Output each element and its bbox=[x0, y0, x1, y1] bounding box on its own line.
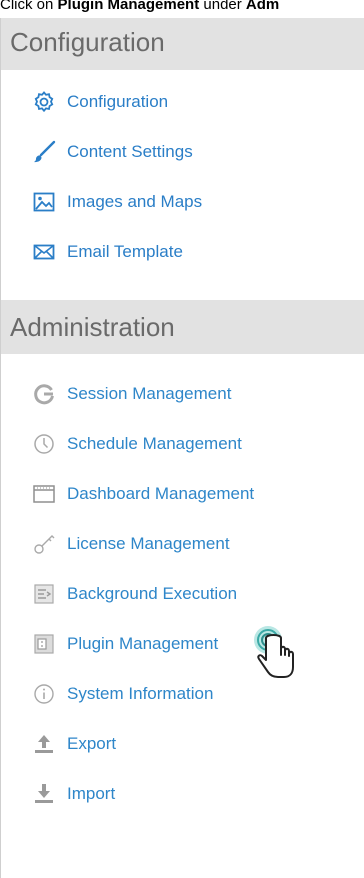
caption-middle: under bbox=[199, 0, 246, 13]
menu-item-email-template[interactable]: Email Template bbox=[31, 236, 183, 268]
menu-item-system-information[interactable]: System Information bbox=[31, 678, 213, 710]
menu-item-content-settings[interactable]: Content Settings bbox=[31, 136, 193, 168]
gear-icon bbox=[31, 89, 57, 115]
settings-sidebar: Configuration Configuration Content Sett… bbox=[0, 18, 364, 878]
hand-pointer-cursor-icon bbox=[248, 620, 300, 682]
import-icon bbox=[31, 781, 57, 807]
menu-item-label: Background Execution bbox=[67, 584, 238, 603]
menu-item-label: Configuration bbox=[67, 92, 169, 111]
menu-item-label: Schedule Management bbox=[67, 434, 242, 453]
menu-item-label: Images and Maps bbox=[67, 192, 203, 211]
menu-item-label: Email Template bbox=[67, 242, 183, 261]
menu-item-label: Import bbox=[67, 784, 116, 803]
menu-item-background-execution[interactable]: Background Execution bbox=[31, 578, 237, 610]
export-icon bbox=[31, 731, 57, 757]
brush-icon bbox=[31, 139, 57, 165]
administration-section-title: Administration bbox=[1, 300, 364, 354]
background-execution-icon bbox=[31, 581, 57, 607]
menu-item-label: System Information bbox=[67, 684, 214, 703]
menu-item-label: Export bbox=[67, 734, 117, 753]
menu-item-label: Dashboard Management bbox=[67, 484, 255, 503]
menu-item-configuration[interactable]: Configuration bbox=[31, 86, 168, 118]
menu-item-export[interactable]: Export bbox=[31, 728, 116, 760]
session-icon bbox=[31, 381, 57, 407]
menu-item-dashboard-management[interactable]: Dashboard Management bbox=[31, 478, 254, 510]
envelope-icon bbox=[31, 239, 57, 265]
menu-item-session-management[interactable]: Session Management bbox=[31, 378, 231, 410]
menu-item-import[interactable]: Import bbox=[31, 778, 115, 810]
caption-prefix: Click on bbox=[0, 0, 58, 13]
caption-bold-target: Plugin Management bbox=[57, 0, 200, 13]
menu-item-label: Session Management bbox=[67, 384, 232, 403]
menu-item-schedule-management[interactable]: Schedule Management bbox=[31, 428, 242, 460]
menu-item-license-management[interactable]: License Management bbox=[31, 528, 230, 560]
key-icon bbox=[31, 531, 57, 557]
plugin-icon bbox=[31, 631, 57, 657]
menu-item-label: Plugin Management bbox=[67, 634, 219, 653]
clock-icon bbox=[31, 431, 57, 457]
menu-item-images-and-maps[interactable]: Images and Maps bbox=[31, 186, 202, 218]
instruction-caption: Click on Plugin Management under Adm bbox=[0, 0, 364, 18]
menu-item-label: License Management bbox=[67, 534, 230, 553]
info-icon bbox=[31, 681, 57, 707]
menu-item-plugin-management[interactable]: Plugin Management bbox=[31, 628, 218, 660]
dashboard-icon bbox=[31, 481, 57, 507]
configuration-section-title: Configuration bbox=[1, 18, 364, 70]
image-icon bbox=[31, 189, 57, 215]
caption-bold-section: Adm bbox=[245, 0, 280, 13]
menu-item-label: Content Settings bbox=[67, 142, 193, 161]
